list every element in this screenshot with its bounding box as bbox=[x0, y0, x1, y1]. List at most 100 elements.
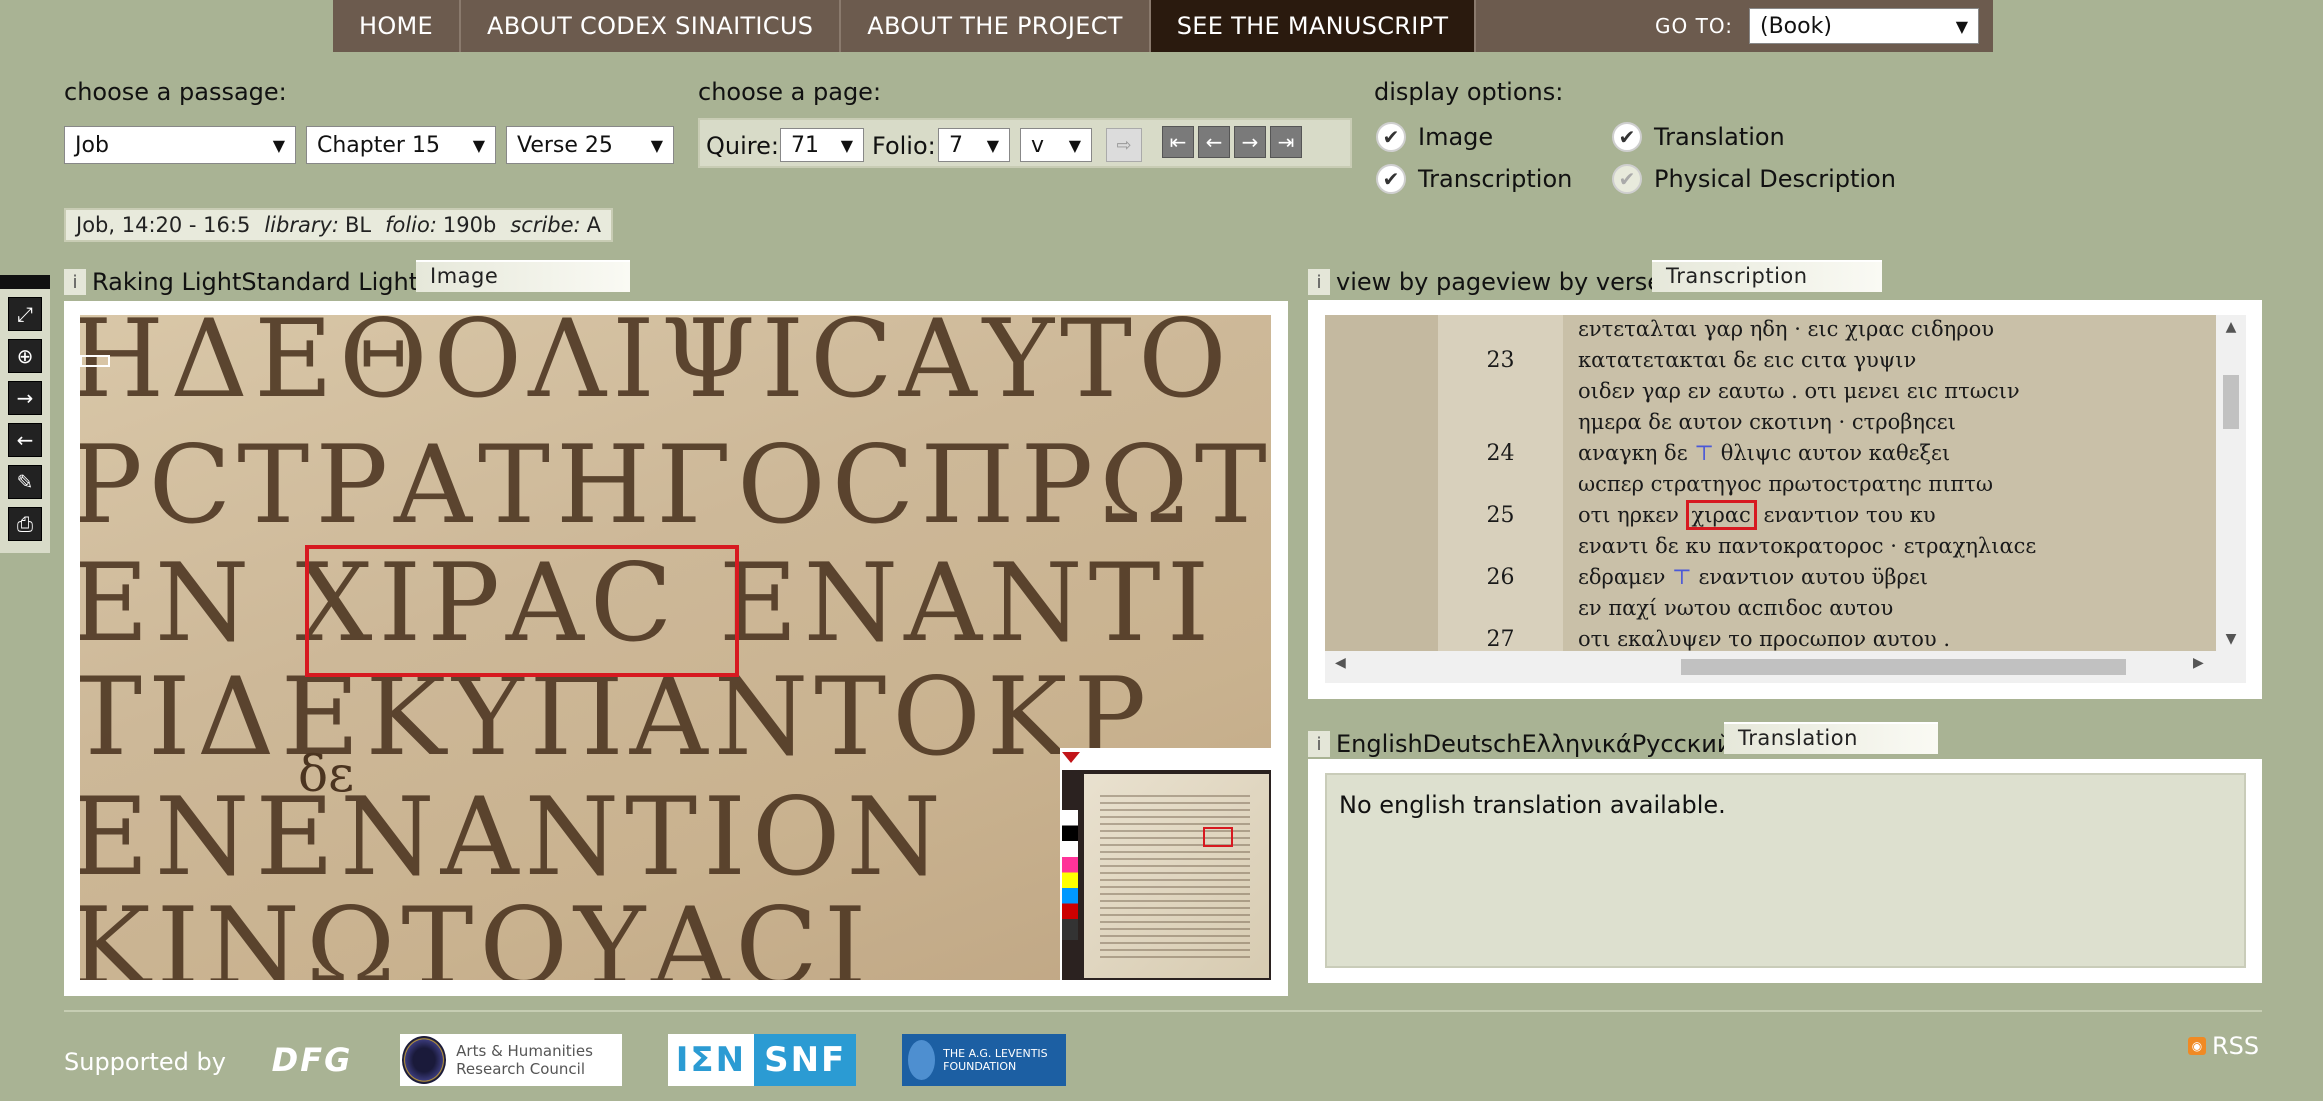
color-calibration-strip bbox=[1062, 810, 1078, 940]
transcription-line: οιδεν γαρ εν εαυτω . οτι μενει ειc πτωcι… bbox=[1578, 379, 2020, 403]
transcription-line: εναντι δε κυ παντοκρατοροc · ετραχηλιαcε bbox=[1578, 534, 2037, 558]
folio-select[interactable]: 7 ▼ bbox=[938, 128, 1010, 162]
pencil-icon[interactable]: ✎ bbox=[8, 465, 42, 499]
transcription-tab[interactable]: Transcription bbox=[1652, 260, 1882, 292]
word-highlight-box bbox=[305, 545, 739, 677]
chevron-down-icon: ▼ bbox=[472, 135, 485, 155]
fit-window-icon[interactable]: ⤢ bbox=[8, 297, 42, 331]
first-page-icon[interactable]: ⇤ bbox=[1162, 126, 1194, 158]
side-select[interactable]: v ▼ bbox=[1020, 128, 1092, 162]
manuscript-line: ΡCΤΡΑΤΗΓΟCΠΡΩΤ bbox=[80, 423, 1271, 548]
rss-link[interactable]: ◉ RSS bbox=[2188, 1032, 2259, 1060]
transcription-row: 25 οτι ηρκεν χιραc εναντιον του κυ bbox=[1325, 500, 2216, 534]
transcription-row: ημερα δε αυτον cκοτινη · cτροβηcει bbox=[1325, 410, 2216, 441]
scroll-up-icon[interactable]: ▲ bbox=[2216, 319, 2246, 335]
book-select[interactable]: Job ▼ bbox=[64, 126, 296, 164]
last-page-icon[interactable]: ⇥ bbox=[1270, 126, 1302, 158]
info-icon[interactable]: i bbox=[1308, 269, 1330, 295]
ahrc-logo[interactable]: Arts & Humanities Research Council bbox=[400, 1034, 622, 1086]
isn-snf-logo[interactable]: ΙΣΝ SNF bbox=[667, 1034, 856, 1086]
quire-select-value: 71 bbox=[791, 132, 819, 158]
option-physical-description[interactable]: ✔ Physical Description bbox=[1612, 164, 1896, 194]
verse-number: 27 bbox=[1486, 627, 1515, 651]
verse-select[interactable]: Verse 25 ▼ bbox=[506, 126, 674, 164]
info-folio-value: 190b bbox=[442, 213, 497, 237]
go-arrow-icon[interactable]: ⇨ bbox=[1106, 128, 1142, 162]
rss-label: RSS bbox=[2212, 1032, 2260, 1060]
page-label: choose a page: bbox=[698, 78, 882, 106]
quire-label: Quire: bbox=[706, 132, 779, 160]
ahrc-logo-text: Arts & Humanities Research Council bbox=[456, 1042, 593, 1078]
scrollbar-thumb[interactable] bbox=[1681, 659, 2126, 675]
line-text: οτι ηρκεν bbox=[1578, 503, 1686, 527]
transcription-area[interactable]: εντεταλται γαρ ηδη · ειc χιραc cιδηρου 2… bbox=[1325, 315, 2216, 651]
transcription-row: ωcπερ cτρατηγοc πρωτοcτρατηc πιπτω bbox=[1325, 472, 2216, 503]
goto-select-value: (Book) bbox=[1760, 13, 1832, 39]
image-light-options[interactable]: Raking LightStandard Light bbox=[92, 268, 418, 296]
arrow-left-icon[interactable]: ← bbox=[8, 423, 42, 457]
zoom-icon[interactable]: ⊕ bbox=[8, 339, 42, 373]
nav-about-codex[interactable]: ABOUT CODEX SINAITICUS bbox=[461, 0, 842, 52]
transcription-view-options[interactable]: view by pageview by verse bbox=[1336, 268, 1662, 296]
thumbnail-text bbox=[1100, 790, 1250, 960]
rss-icon: ◉ bbox=[2188, 1037, 2206, 1055]
scroll-down-icon[interactable]: ▼ bbox=[2216, 631, 2246, 647]
option-image[interactable]: ✔ Image bbox=[1376, 122, 1493, 152]
image-tools-sidebar: ⤢ ⊕ → ← ✎ ⎙ bbox=[0, 275, 50, 553]
scroll-right-icon[interactable]: ▶ bbox=[2193, 655, 2204, 671]
leventis-logo-text: THE A.G. LEVENTIS FOUNDATION bbox=[943, 1047, 1048, 1073]
snf-logo-text: SNF bbox=[764, 1040, 847, 1080]
info-scribe-label: scribe: bbox=[510, 213, 581, 237]
translation-tab[interactable]: Translation bbox=[1724, 722, 1938, 754]
line-text: εναντιον του κυ bbox=[1756, 503, 1936, 527]
checkmark-icon: ✔ bbox=[1376, 122, 1406, 152]
goto-select[interactable]: (Book) ▼ bbox=[1749, 8, 1979, 44]
scroll-left-icon[interactable]: ◀ bbox=[1335, 655, 1346, 671]
leventis-logo[interactable]: THE A.G. LEVENTIS FOUNDATION bbox=[902, 1034, 1066, 1086]
nav-see-manuscript[interactable]: SEE THE MANUSCRIPT bbox=[1150, 0, 1477, 52]
transcription-horizontal-scrollbar[interactable]: ◀ ▶ bbox=[1325, 651, 2246, 683]
verse-number: 24 bbox=[1486, 441, 1515, 466]
leventis-coin-icon bbox=[908, 1040, 936, 1080]
translation-language-options[interactable]: EnglishDeutschΕλληνικάРусский bbox=[1336, 730, 1732, 758]
goto-label: GO TO: bbox=[1655, 14, 1733, 38]
viewport-marker bbox=[80, 355, 110, 367]
option-transcription-label: Transcription bbox=[1418, 165, 1573, 193]
dfg-logo[interactable]: DFG bbox=[270, 1040, 354, 1080]
info-library-label: library: bbox=[264, 213, 339, 237]
option-physical-description-label: Physical Description bbox=[1654, 165, 1896, 193]
checkmark-icon: ✔ bbox=[1376, 164, 1406, 194]
ahrc-emblem-icon bbox=[402, 1036, 447, 1084]
transcription-row: εντεταλται γαρ ηδη · ειc χιραc cιδηρου bbox=[1325, 317, 2216, 348]
translation-text-box: No english translation available. bbox=[1325, 773, 2246, 968]
nav-home[interactable]: HOME bbox=[333, 0, 462, 52]
arrow-right-icon[interactable]: → bbox=[8, 381, 42, 415]
next-page-icon[interactable]: → bbox=[1234, 126, 1266, 158]
nav-about-project[interactable]: ABOUT THE PROJECT bbox=[841, 0, 1151, 52]
info-library-value: BL bbox=[344, 213, 372, 237]
info-icon[interactable]: i bbox=[1308, 731, 1330, 757]
correction-mark-icon[interactable]: ⊤ bbox=[1672, 565, 1692, 589]
scrollbar-thumb[interactable] bbox=[2223, 375, 2239, 429]
option-translation[interactable]: ✔ Translation bbox=[1612, 122, 1785, 152]
transcription-line: εδραμεν ⊤ εναντιον αυτου ϋβρει bbox=[1578, 565, 1928, 589]
correction-mark-icon[interactable]: ⊤ bbox=[1694, 441, 1714, 465]
transcription-line: κατατετακται δε ειc cιτα γυψιν bbox=[1578, 348, 1917, 372]
display-label: display options: bbox=[1374, 78, 1564, 106]
transcription-vertical-scrollbar[interactable]: ▲ ▼ bbox=[2216, 315, 2246, 651]
collapse-triangle-icon[interactable] bbox=[1062, 752, 1080, 763]
thumbnail-viewport-box[interactable] bbox=[1203, 827, 1233, 847]
transcription-line: εν παχί νωτου αcπιδοc αυτου bbox=[1578, 596, 1894, 620]
info-icon[interactable]: i bbox=[64, 269, 86, 295]
sidebar-band bbox=[0, 275, 50, 289]
option-transcription[interactable]: ✔ Transcription bbox=[1376, 164, 1572, 194]
transcription-line: ωcπερ cτρατηγοc πρωτοcτρατηc πιπτω bbox=[1578, 472, 1993, 496]
print-icon[interactable]: ⎙ bbox=[8, 507, 42, 541]
image-tab[interactable]: Image bbox=[416, 260, 630, 292]
quire-select[interactable]: 71 ▼ bbox=[780, 128, 864, 162]
chevron-down-icon: ▼ bbox=[1955, 16, 1968, 36]
chapter-select[interactable]: Chapter 15 ▼ bbox=[306, 126, 496, 164]
highlighted-word[interactable]: χιραc bbox=[1685, 500, 1757, 530]
prev-page-icon[interactable]: ← bbox=[1198, 126, 1230, 158]
chevron-down-icon: ▼ bbox=[650, 135, 663, 155]
